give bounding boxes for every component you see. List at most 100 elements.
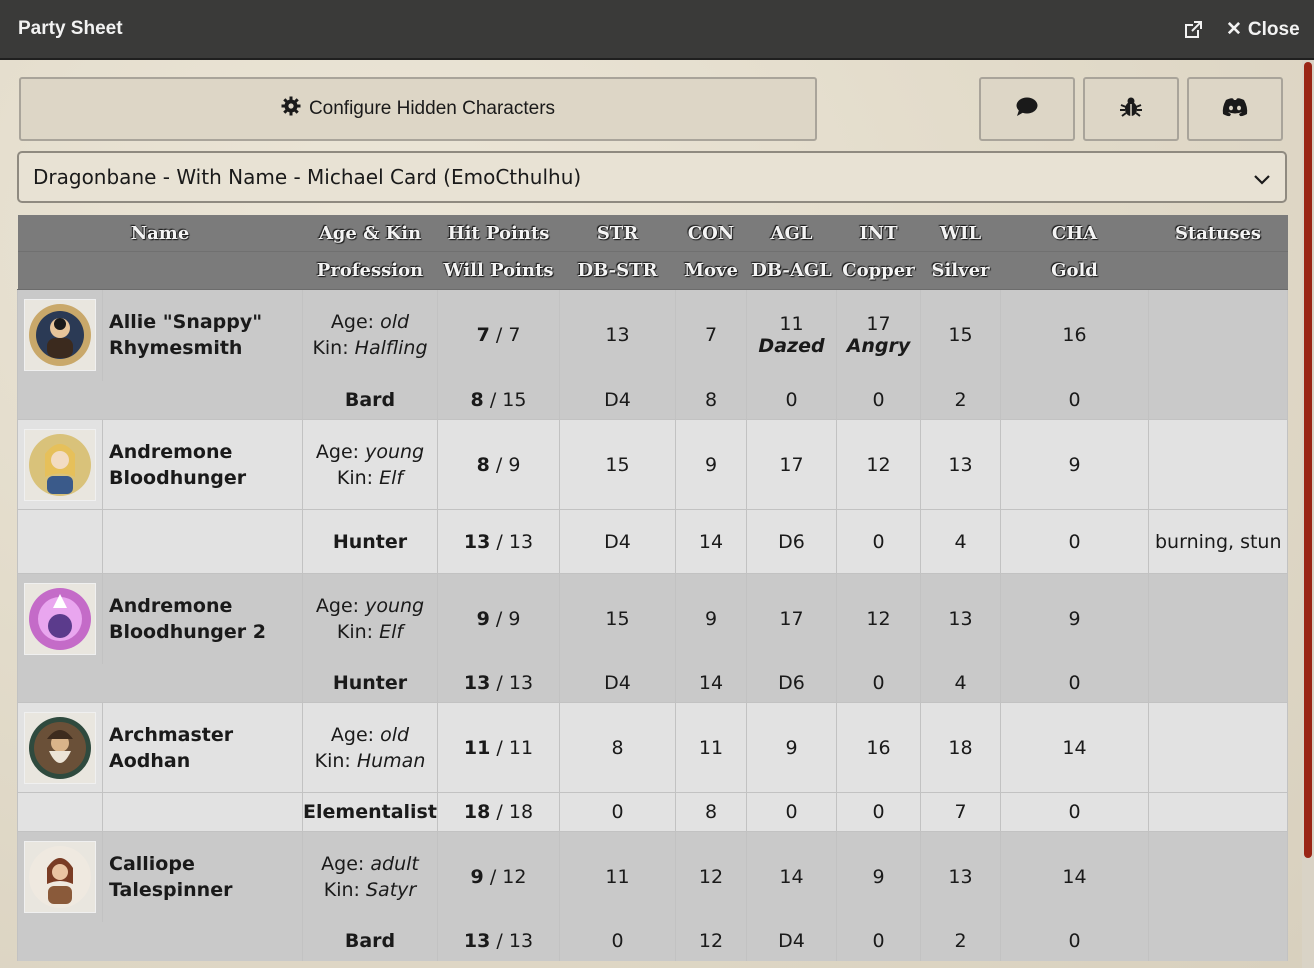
avatar[interactable] (24, 428, 96, 501)
col-header-hit-points[interactable]: Hit Points (437, 215, 560, 252)
avatar[interactable] (24, 299, 96, 372)
avatar[interactable] (24, 711, 96, 784)
chat-button[interactable] (979, 77, 1075, 141)
will-points-cell[interactable]: 13 / 13 (437, 663, 560, 703)
character-name[interactable]: Allie "Snappy" Rhymesmith (102, 289, 303, 381)
hp-max: 11 (508, 736, 534, 759)
spacer-cell (102, 509, 303, 574)
col-header-con[interactable]: CON (675, 215, 747, 252)
hit-points-cell[interactable]: 9 / 12 (437, 831, 560, 922)
agl-cell: 17 (746, 573, 837, 664)
statuses-cell (1148, 573, 1288, 664)
hit-points-cell[interactable]: 8 / 9 (437, 419, 560, 510)
configure-hidden-characters-button[interactable]: Configure Hidden Characters (19, 77, 817, 141)
wil-cell: 13 (920, 573, 1001, 664)
agl-cell: 14 (746, 831, 837, 922)
scrollbar-thumb[interactable] (1304, 62, 1312, 858)
kin-value: Halfling (354, 337, 428, 360)
close-button[interactable]: ✕ Close (1226, 18, 1300, 41)
cha-cell: 14 (1000, 702, 1149, 793)
avatar-cell (17, 702, 103, 793)
col-header-cha[interactable]: CHA (1000, 215, 1149, 252)
kin-value: Satyr (366, 878, 417, 901)
db-agl-cell: 0 (746, 792, 837, 832)
separator: / (489, 865, 497, 888)
age-kin-cell: Age: adult Kin: Satyr (302, 831, 438, 922)
separator: / (496, 801, 503, 823)
will-points-cell[interactable]: 13 / 13 (437, 921, 560, 961)
gold-cell: 0 (1000, 509, 1149, 574)
hit-points-cell[interactable]: 9 / 9 (437, 573, 560, 664)
col-header-int[interactable]: INT (836, 215, 921, 252)
popout-icon[interactable] (1181, 18, 1205, 42)
bug-report-button[interactable] (1083, 77, 1179, 141)
str-cell: 11 (559, 831, 676, 922)
col-header-str[interactable]: STR (559, 215, 676, 252)
will-points-cell[interactable]: 8 / 15 (437, 380, 560, 420)
age-kin-cell: Age: young Kin: Elf (302, 419, 438, 510)
template-select[interactable]: Dragonbane - With Name - Michael Card (E… (17, 151, 1287, 203)
col-header-age-kin[interactable]: Age & Kin (302, 215, 438, 252)
separator: / (496, 530, 503, 553)
silver-cell: 2 (920, 921, 1001, 961)
agl-cell: 17 (746, 419, 837, 510)
will-points-cell[interactable]: 18 / 18 (437, 792, 560, 832)
wp-max: 13 (508, 930, 534, 952)
wp-max: 15 (502, 388, 527, 411)
age-label: Age: (330, 723, 375, 746)
age-value: young (365, 594, 425, 617)
close-label: Close (1247, 18, 1300, 40)
character-name[interactable]: Andremone Bloodhunger 2 (102, 573, 303, 664)
profession-cell: Bard (302, 380, 438, 420)
col-header-silver[interactable]: Silver (920, 251, 1001, 290)
bug-icon (1119, 95, 1143, 123)
character-name[interactable]: Calliope Talespinner (102, 831, 303, 922)
discord-button[interactable] (1187, 77, 1283, 141)
col-header-move[interactable]: Move (675, 251, 747, 290)
character-name[interactable]: Archmaster Aodhan (102, 702, 303, 793)
separator: / (495, 324, 503, 347)
col-header-name[interactable]: Name (17, 215, 303, 252)
hit-points-cell[interactable]: 11 / 11 (437, 702, 560, 793)
copper-cell: 0 (836, 792, 921, 832)
int-cell: 12 (836, 573, 921, 664)
col-header-db-agl[interactable]: DB-AGL (746, 251, 837, 290)
hp-max: 12 (502, 865, 527, 888)
character-row-secondary: Hunter 13 / 13 D4 14 D6 0 4 0 (17, 663, 1288, 703)
avatar[interactable] (24, 582, 96, 655)
db-str-cell: D4 (559, 509, 676, 574)
col-header-profession[interactable]: Profession (302, 251, 438, 290)
age-value: old (380, 311, 410, 334)
col-header-statuses[interactable]: Statuses (1148, 215, 1288, 252)
wp-current: 13 (463, 930, 491, 952)
hp-current: 11 (463, 736, 491, 759)
cha-cell: 9 (1000, 419, 1149, 510)
copper-cell: 0 (836, 380, 921, 420)
col-header-db-str[interactable]: DB-STR (559, 251, 676, 290)
col-header-will-points[interactable]: Will Points (437, 251, 560, 290)
hit-points-cell[interactable]: 7 / 7 (437, 289, 560, 381)
separator: / (496, 736, 503, 759)
wil-cell: 15 (920, 289, 1001, 381)
kin-value: Elf (379, 620, 404, 643)
wil-cell: 13 (920, 419, 1001, 510)
character-name[interactable]: Andremone Bloodhunger (102, 419, 303, 510)
statuses-cell (1148, 663, 1288, 703)
col-header-gold[interactable]: Gold (1000, 251, 1149, 290)
condition-dazed: Dazed (758, 335, 825, 358)
col-header-agl[interactable]: AGL (746, 215, 837, 252)
col-header-wil[interactable]: WIL (920, 215, 1001, 252)
statuses-cell: burning, stun (1148, 509, 1288, 574)
age-label: Age: (321, 852, 365, 875)
window-title: Party Sheet (18, 18, 123, 39)
character-row-secondary: Elementalist 18 / 18 0 8 0 0 7 0 (17, 792, 1288, 832)
avatar[interactable] (24, 840, 96, 913)
str-cell: 13 (559, 289, 676, 381)
col-header-copper[interactable]: Copper (836, 251, 921, 290)
age-value: old (380, 723, 410, 746)
db-str-cell: 0 (559, 792, 676, 832)
gold-cell: 0 (1000, 921, 1149, 961)
party-table: Name Age & Kin Hit Points STR CON AGL IN… (17, 215, 1288, 961)
statuses-cell (1148, 921, 1288, 961)
will-points-cell[interactable]: 13 / 13 (437, 509, 560, 574)
